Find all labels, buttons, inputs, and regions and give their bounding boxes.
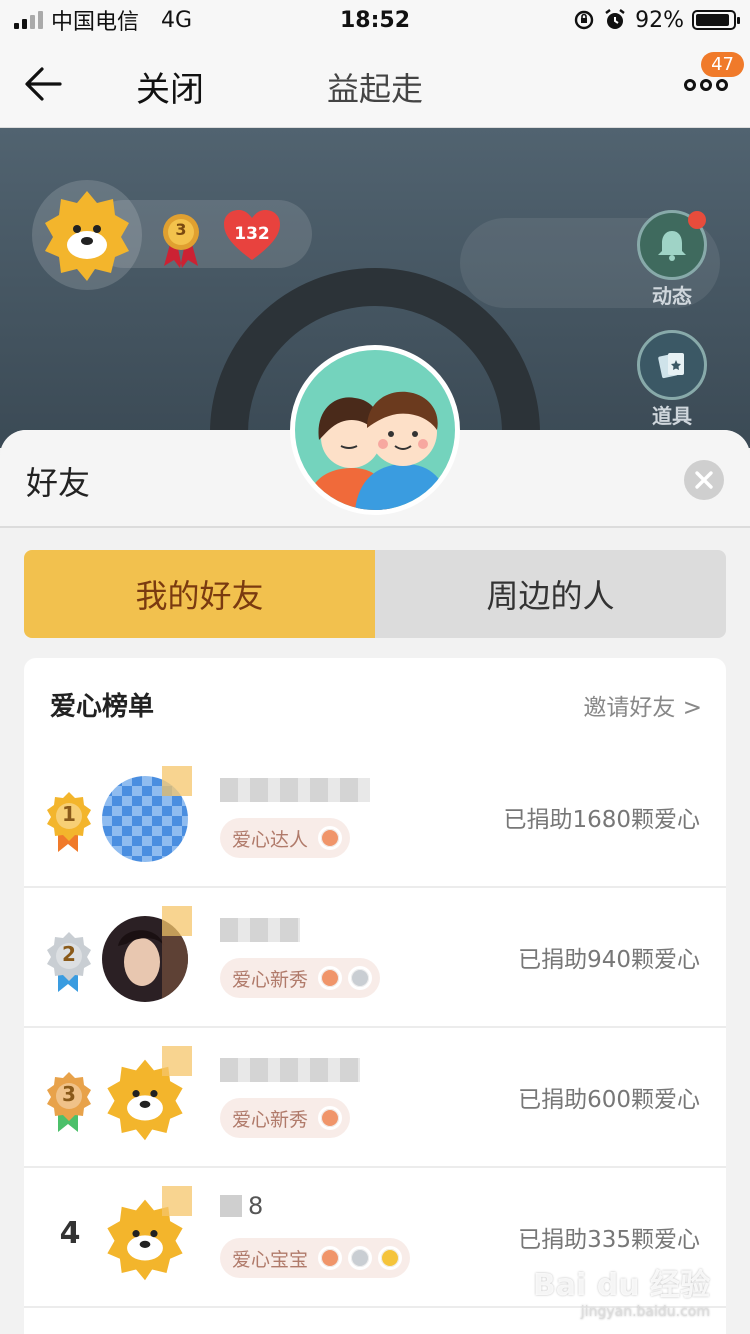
- rank-number: 2: [62, 942, 76, 966]
- bear-avatar-icon: [45, 191, 129, 281]
- donation-amount: 已捐助335颗爱心: [518, 1227, 700, 1253]
- rank-medal-icon: 1: [44, 790, 94, 856]
- honor-badge-icon: [378, 1246, 403, 1270]
- rank-number: 4: [59, 1216, 81, 1251]
- close-icon: [695, 471, 713, 489]
- honor-tag: 爱心宝宝: [220, 1238, 411, 1278]
- props-button[interactable]: 道具: [636, 330, 708, 429]
- status-bar: 中国电信 4G 18:52 92%: [0, 0, 750, 40]
- rotation-lock-icon: [574, 10, 594, 30]
- friend-name-blurred: [220, 778, 370, 802]
- rank-medal-icon: 2: [44, 930, 94, 996]
- rank-number: 3: [62, 1082, 76, 1106]
- honor-tag: 爱心新秀: [220, 1098, 351, 1138]
- nav-bar: 关闭 益起走 47: [0, 40, 750, 128]
- honor-badge-icon: [318, 966, 343, 990]
- profile-summary[interactable]: 3 132: [30, 180, 312, 290]
- carrier-label: 中国电信: [51, 10, 140, 35]
- honor-badge-icon: [348, 966, 373, 990]
- network-label: 4G: [161, 7, 193, 33]
- invite-friends-link[interactable]: 邀请好友 >: [583, 688, 702, 722]
- signal-icon: [14, 11, 43, 29]
- medal-count: 3: [158, 210, 204, 270]
- tab-nearby[interactable]: 周边的人: [375, 550, 726, 638]
- honor-badge-icon: [318, 1106, 343, 1130]
- arrow-left-icon: [25, 67, 62, 101]
- donation-amount: 已捐助940颗爱心: [518, 947, 700, 973]
- rank-number: 1: [62, 802, 76, 826]
- alarm-icon: [605, 9, 625, 29]
- feed-button[interactable]: 动态: [636, 210, 708, 309]
- close-button[interactable]: 关闭: [136, 62, 204, 111]
- donation-amount: 已捐助600颗爱心: [518, 1087, 700, 1113]
- sheet-title: 好友: [26, 464, 91, 502]
- leaderboard-card: 爱心榜单 邀请好友 > 1 爱心达人 已捐助1680颗爱心 2 爱心新秀 已捐助…: [24, 658, 726, 1334]
- notification-badge: 47: [701, 52, 744, 77]
- honor-badge-icon: [348, 1246, 373, 1270]
- honor-badge-icon: [318, 826, 343, 850]
- avatar-badge: [162, 906, 192, 936]
- battery-percent: 92%: [635, 7, 684, 33]
- battery-icon: [692, 10, 740, 30]
- friends-illustration: [290, 345, 460, 515]
- honor-tag-label: 爱心新秀: [232, 1108, 309, 1131]
- honor-tag-label: 爱心宝宝: [232, 1248, 309, 1271]
- cards-icon: [658, 353, 684, 379]
- page-title: 益起走: [326, 70, 423, 108]
- rank-medal-icon: 3: [44, 1070, 94, 1136]
- leaderboard-row[interactable]: 2 爱心新秀 已捐助940颗爱心: [24, 888, 726, 1028]
- donation-amount: 已捐助1680颗爱心: [503, 807, 700, 833]
- back-button[interactable]: [22, 62, 66, 106]
- honor-tag-label: 爱心新秀: [232, 968, 309, 991]
- watermark: Bai du 经验 jingyan.baidu.com: [532, 1268, 710, 1320]
- friend-name: 8: [220, 1192, 263, 1220]
- avatar-badge: [162, 1046, 192, 1076]
- feed-unread-dot: [688, 211, 706, 229]
- close-sheet-button[interactable]: [684, 460, 724, 500]
- honor-badge-icon: [318, 1246, 343, 1270]
- avatar-badge: [162, 1186, 192, 1216]
- honor-tag: 爱心新秀: [220, 958, 381, 998]
- tab-my-friends[interactable]: 我的好友: [24, 550, 375, 638]
- friend-name-blurred: [220, 918, 300, 942]
- friend-name-blurred: [220, 1058, 360, 1082]
- honor-tag-label: 爱心达人: [232, 828, 309, 851]
- honor-tag: 爱心达人: [220, 818, 351, 858]
- friends-tabs: 我的好友 周边的人: [24, 550, 726, 638]
- avatar[interactable]: [32, 180, 142, 290]
- heart-count: 132: [222, 208, 282, 264]
- leaderboard-row[interactable]: 3 爱心新秀 已捐助600颗爱心: [24, 1028, 726, 1168]
- avatar-badge: [162, 766, 192, 796]
- leaderboard-row[interactable]: 1 爱心达人 已捐助1680颗爱心: [24, 748, 726, 888]
- leaderboard-title: 爱心榜单: [50, 692, 155, 722]
- friends-sheet: 好友 我的好友 周边的人 爱心榜单 邀请好友 > 1 爱心达人 已捐助1680颗…: [0, 430, 750, 1334]
- bell-icon: [658, 231, 686, 261]
